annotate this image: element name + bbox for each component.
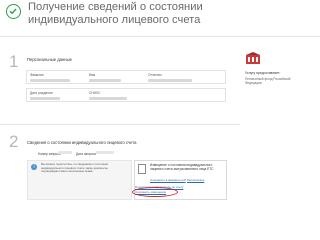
request-date-label: Дата запроса — [76, 152, 96, 156]
personal-data-row-2: Дата рождения СНИЛС — [26, 88, 226, 102]
field-name: Имя — [89, 73, 144, 82]
field-patronymic: Отчество — [148, 73, 203, 82]
provider-label: Услугу предоставляет: — [245, 71, 281, 75]
field-surname: Фамилия — [30, 73, 85, 82]
blurred-value — [89, 79, 121, 82]
print-link[interactable]: Распечатать — [187, 178, 204, 182]
field-snils: СНИЛС — [89, 91, 144, 100]
personal-data-row-1: Фамилия Имя Отчество — [26, 70, 226, 84]
field-birthdate: Дата рождения — [30, 91, 85, 100]
header-divider — [0, 36, 320, 37]
notice-text: Вы можете пересчитать, по сведениям о со… — [41, 162, 109, 174]
info-icon: i — [31, 164, 37, 170]
field-label: Имя — [89, 73, 96, 77]
save-pdf-link[interactable]: Сохранить в формате pdf — [150, 178, 186, 182]
blurred-value — [30, 97, 60, 100]
field-label: Отчество — [148, 73, 162, 77]
page-title: Получение сведений о состоянии индивидуа… — [28, 1, 203, 26]
step-2-label: Сведения о состоянии индивидуального лиц… — [27, 140, 137, 145]
document-title: Извещение о состоянии индивидуального ли… — [150, 163, 214, 171]
step-2-number: 2 — [9, 132, 19, 151]
blurred-value — [148, 79, 192, 82]
blurred-value — [30, 79, 70, 82]
step-1-number: 1 — [9, 52, 19, 71]
step-1-label: Персональные данные — [27, 57, 72, 62]
pension-fund-logo — [245, 52, 261, 66]
highlight-circle — [132, 187, 178, 197]
blurred-value — [89, 97, 127, 100]
field-label: Дата рождения — [30, 91, 53, 95]
section-divider — [0, 124, 240, 125]
field-label: Фамилия — [30, 73, 44, 77]
blurred-request-date — [96, 151, 114, 154]
provider-name: Пенсионный фонд Российской Федерации — [245, 77, 291, 85]
blurred-request-number — [58, 151, 72, 154]
document-icon — [138, 164, 146, 174]
field-label: СНИЛС — [89, 91, 101, 95]
check-icon — [6, 4, 21, 19]
